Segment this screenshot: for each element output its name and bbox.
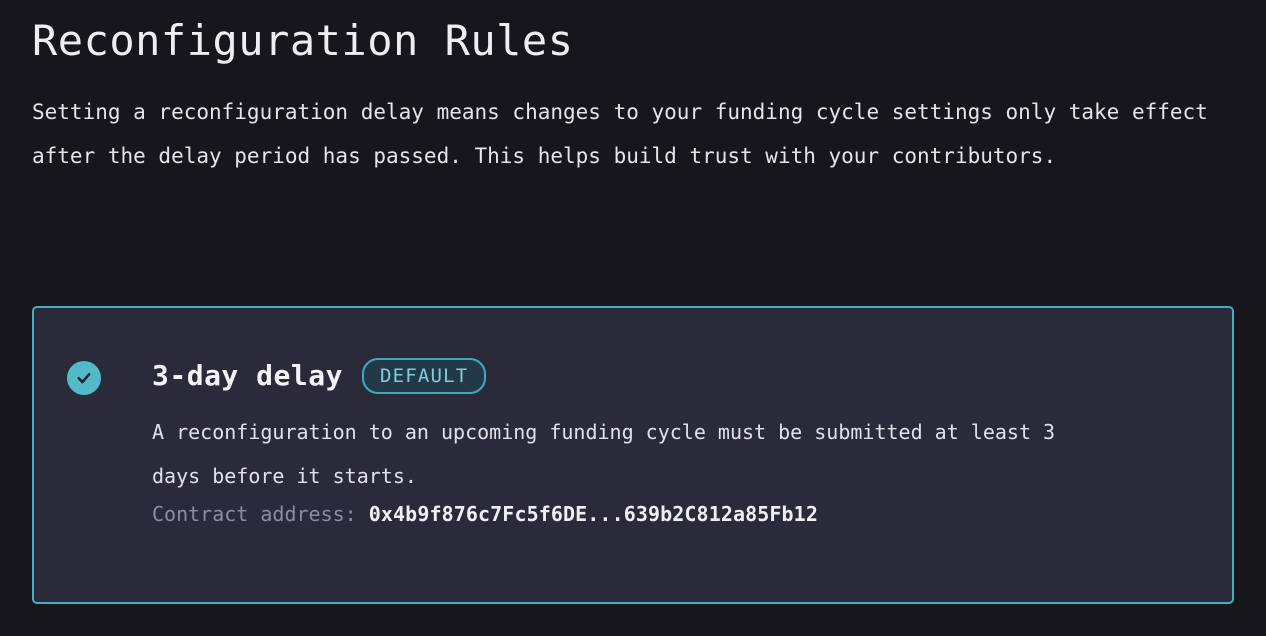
- contract-address-label: Contract address:: [152, 502, 357, 526]
- contract-address-value[interactable]: 0x4b9f876c7Fc5f6DE...639b2C812a85Fb12: [369, 502, 818, 526]
- delay-option-card-3-day[interactable]: 3-day delay DEFAULT A reconfiguration to…: [32, 306, 1234, 604]
- default-badge: DEFAULT: [361, 358, 487, 394]
- card-body: 3-day delay DEFAULT A reconfiguration to…: [152, 358, 1112, 530]
- option-title: 3-day delay: [152, 359, 343, 392]
- contract-address-row: Contract address: 0x4b9f876c7Fc5f6DE...6…: [152, 498, 1112, 530]
- reconfiguration-rules-page: Reconfiguration Rules Setting a reconfig…: [0, 0, 1266, 636]
- option-description: A reconfiguration to an upcoming funding…: [152, 420, 1056, 488]
- card-header: 3-day delay DEFAULT: [152, 358, 1112, 394]
- card-inner: 3-day delay DEFAULT A reconfiguration to…: [34, 308, 1232, 530]
- intro-paragraph: Setting a reconfiguration delay means ch…: [32, 100, 1208, 168]
- page-title: Reconfiguration Rules: [32, 16, 574, 65]
- check-circle-icon[interactable]: [67, 361, 101, 395]
